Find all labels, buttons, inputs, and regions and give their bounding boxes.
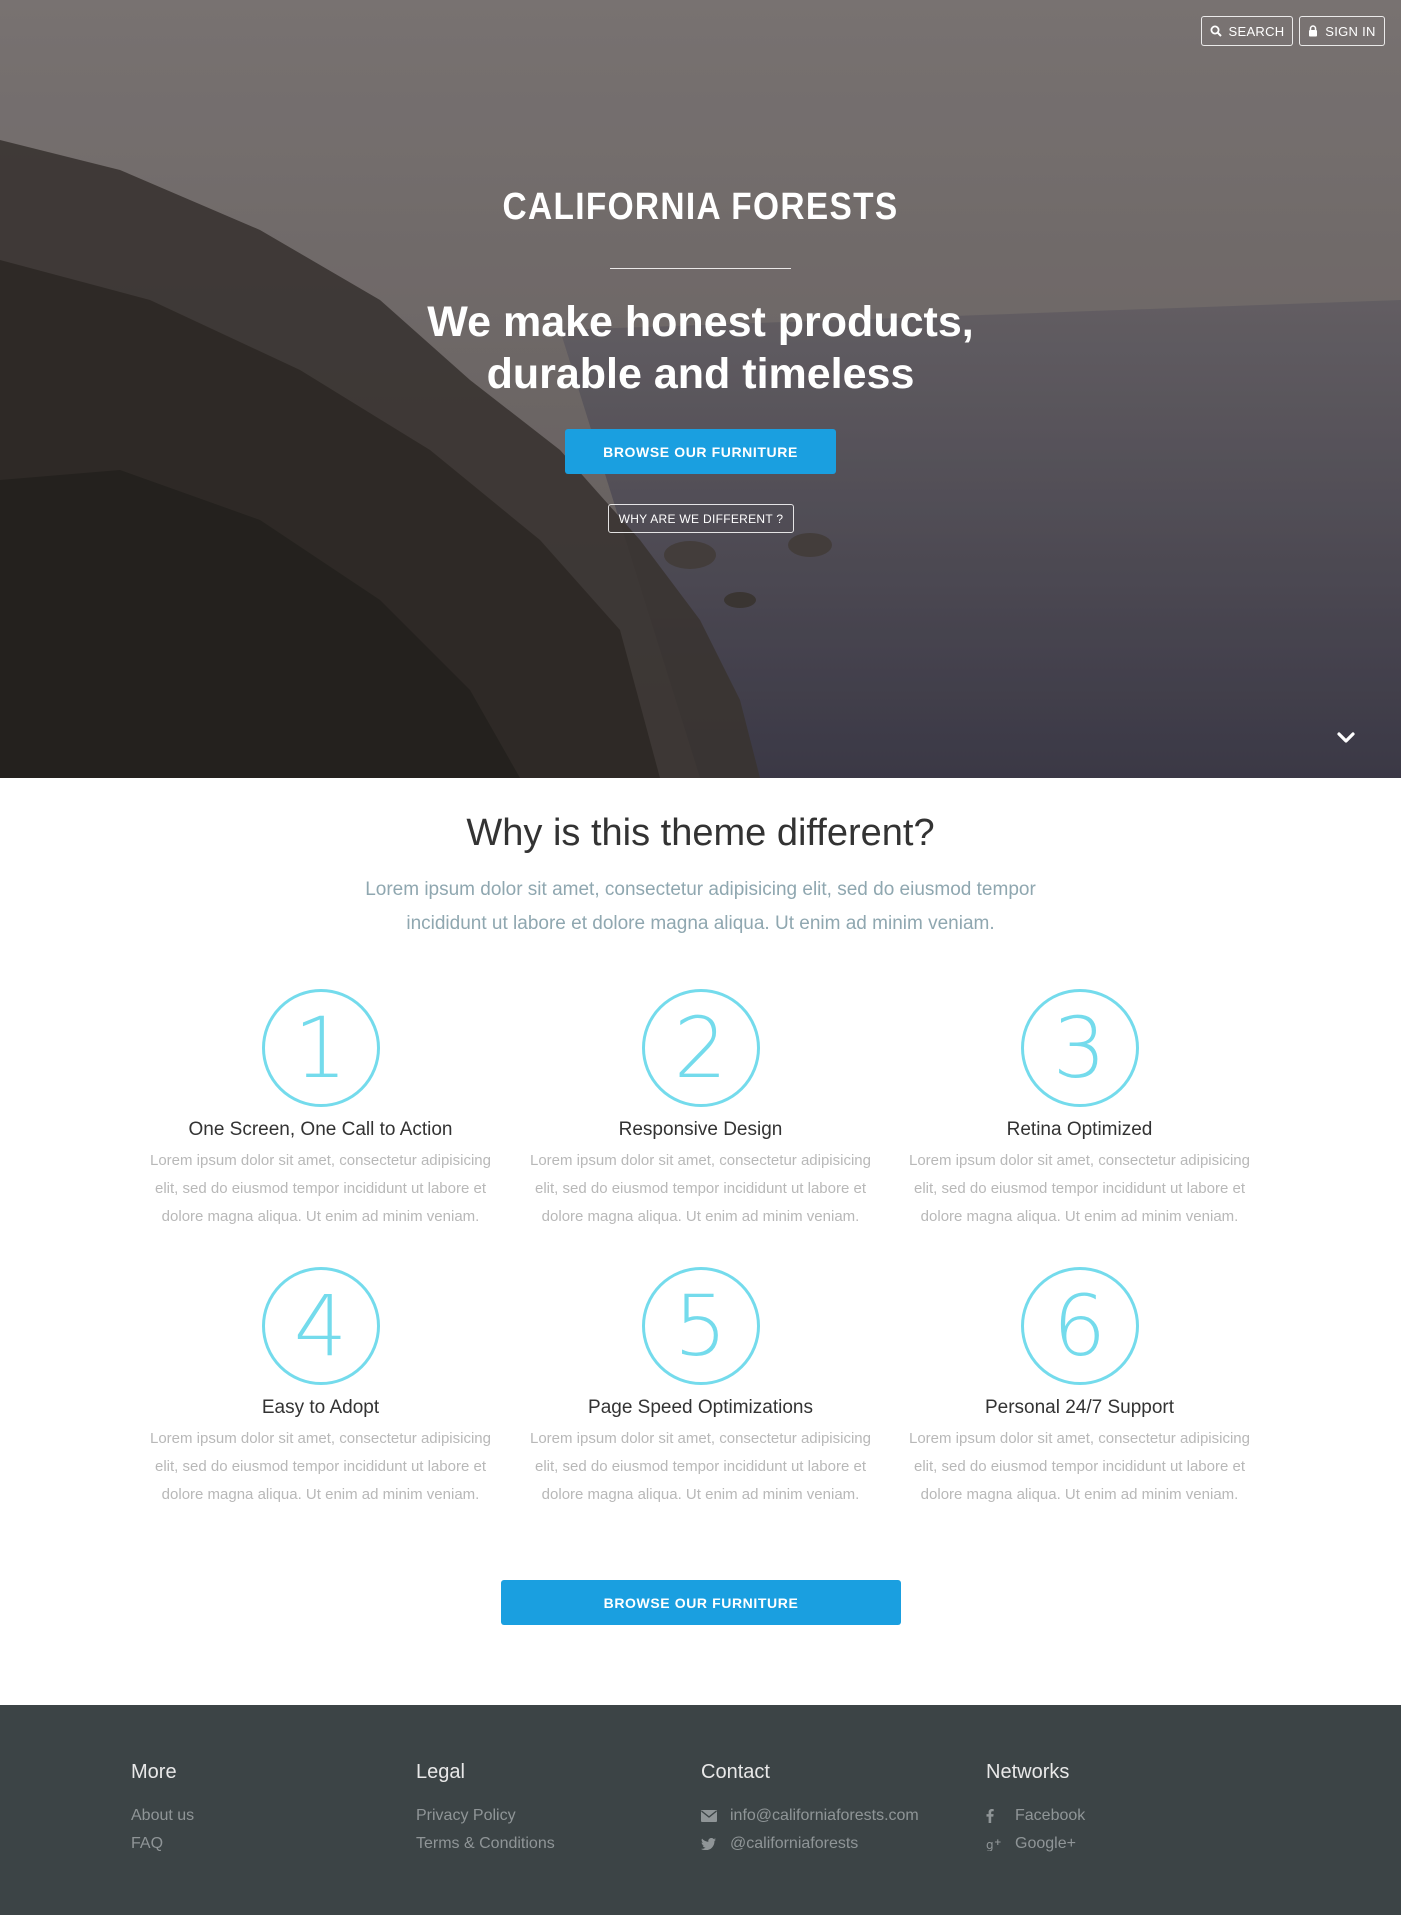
feature-number-circle: 1 [261,989,380,1107]
footer-heading-contact: Contact [701,1761,770,1783]
footer: More About us FAQ Legal Privacy Policy T… [0,1705,1401,1915]
feature-title: Personal 24/7 Support [984,1397,1175,1418]
hero-headline-line-1: We make honest products, [427,298,974,346]
feature-title: Easy to Adopt [261,1397,380,1418]
browse-furniture-bottom-button[interactable]: BROWSE OUR FURNITURE [501,1580,901,1625]
feature-text: Lorem ipsum dolor sit amet, consectetur … [909,1430,1250,1503]
feature-text: Lorem ipsum dolor sit amet, consectetur … [530,1152,871,1225]
sign-in-button-label: SIGN IN [1325,23,1376,39]
footer-link-twitter[interactable]: @californiaforests [701,1830,919,1858]
footer-facebook-text: Facebook [1015,1807,1086,1824]
hero-section: SEARCH SIGN IN CALIFORNIA FORESTS We mak… [0,0,1401,778]
footer-heading-more: More [131,1761,177,1783]
footer-column-networks: Networks Facebook g + Google+ [986,1761,1085,1858]
feature-title: One Screen, One Call to Action [188,1119,453,1140]
facebook-icon [986,1809,1005,1823]
why-different-button[interactable]: WHY ARE WE DIFFERENT ? [608,504,794,533]
features-subtitle: Lorem ipsum dolor sit amet, consectetur … [365,879,1036,934]
footer-twitter-text: @californiaforests [730,1835,859,1852]
feature-title: Responsive Design [618,1119,783,1140]
feature-text: Lorem ipsum dolor sit amet, consectetur … [150,1430,491,1503]
feature-text: Lorem ipsum dolor sit amet, consectetur … [150,1152,491,1225]
search-button-label: SEARCH [1228,23,1285,39]
footer-link-terms[interactable]: Terms & Conditions [416,1830,555,1858]
feature-item: 1 One Screen, One Call to Action Lorem i… [143,989,498,1231]
footer-link-google-plus[interactable]: g + Google+ [986,1830,1085,1858]
features-title: Why is this theme different? [466,812,935,854]
footer-column-contact: Contact info@californiaforests.com @cali… [701,1761,919,1858]
footer-column-more: More About us FAQ [131,1761,194,1858]
twitter-icon [701,1838,720,1850]
browse-furniture-button[interactable]: BROWSE OUR FURNITURE [565,429,836,474]
brand-title: CALIFORNIA FORESTS [502,186,899,228]
svg-text:+: + [994,1838,1002,1848]
feature-title: Retina Optimized [1006,1119,1153,1140]
chevron-down-icon [1336,731,1356,750]
footer-link-email[interactable]: info@californiaforests.com [701,1802,919,1830]
feature-item: 3 Retina Optimized Lorem ipsum dolor sit… [902,989,1257,1231]
feature-item: 2 Responsive Design Lorem ipsum dolor si… [523,989,878,1231]
footer-link-facebook[interactable]: Facebook [986,1802,1085,1830]
brand-divider [610,268,791,269]
feature-number-circle: 6 [1020,1267,1139,1385]
feature-text: Lorem ipsum dolor sit amet, consectetur … [530,1430,871,1503]
envelope-icon [701,1810,720,1822]
footer-link-about-us[interactable]: About us [131,1802,194,1830]
sign-in-button[interactable]: SIGN IN [1299,16,1385,46]
lock-icon [1308,25,1318,37]
scroll-down-button[interactable] [1334,728,1358,752]
feature-number-circle: 4 [261,1267,380,1385]
feature-number-circle: 2 [641,989,760,1107]
footer-column-legal: Legal Privacy Policy Terms & Conditions [416,1761,555,1858]
feature-item: 4 Easy to Adopt Lorem ipsum dolor sit am… [143,1267,498,1509]
feature-title: Page Speed Optimizations [588,1397,813,1418]
footer-email-text: info@californiaforests.com [730,1807,919,1824]
footer-link-faq[interactable]: FAQ [131,1830,194,1858]
hero-headline-line-2: durable and timeless [486,350,915,398]
feature-item: 6 Personal 24/7 Support Lorem ipsum dolo… [902,1267,1257,1509]
footer-heading-legal: Legal [416,1761,465,1783]
hero-headline: We make honest products, durable and tim… [0,296,1401,400]
feature-text: Lorem ipsum dolor sit amet, consectetur … [909,1152,1250,1225]
google-plus-icon: g + [986,1837,1005,1851]
footer-link-privacy-policy[interactable]: Privacy Policy [416,1802,555,1830]
footer-google-plus-text: Google+ [1015,1835,1076,1852]
svg-text:g: g [986,1838,994,1851]
search-icon [1210,25,1222,37]
footer-heading-networks: Networks [986,1761,1070,1783]
search-button[interactable]: SEARCH [1201,16,1293,46]
feature-number-circle: 3 [1020,989,1139,1107]
feature-item: 5 Page Speed Optimizations Lorem ipsum d… [523,1267,878,1509]
feature-number-circle: 5 [641,1267,760,1385]
